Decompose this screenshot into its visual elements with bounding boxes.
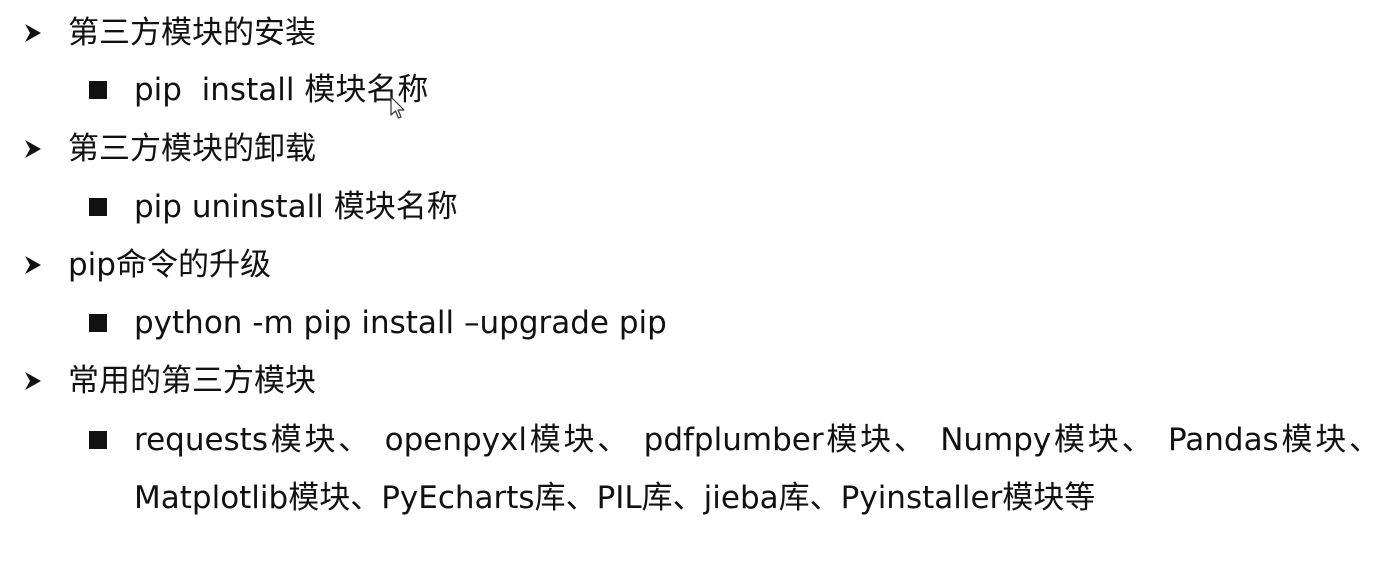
bullet-item-uninstall: 第三方模块的卸载 — [0, 120, 1384, 178]
square-bullet-icon — [86, 178, 110, 236]
square-bullet-icon — [86, 61, 110, 119]
sub-bullet-module-list-continued: Matplotlib模块、PyEcharts库、PIL库、jieba库、Pyin… — [0, 469, 1384, 527]
sub-bullet-text-continued: Matplotlib模块、PyEcharts库、PIL库、jieba库、Pyin… — [134, 480, 1096, 516]
bullet-label: 第三方模块的安装 — [68, 15, 316, 51]
bullet-label: pip命令的升级 — [68, 247, 271, 283]
sub-bullet-uninstall-command: pip uninstall 模块名称 — [0, 178, 1384, 236]
sub-bullet-text: pip uninstall 模块名称 — [134, 189, 458, 225]
arrowhead-bullet-icon — [20, 120, 46, 178]
bullet-item-install: 第三方模块的安装 — [0, 4, 1384, 62]
slide: 第三方模块的安装 pip install 模块名称 第三方模块的卸载 pip u… — [0, 0, 1384, 561]
arrowhead-bullet-icon — [20, 4, 46, 62]
sub-bullet-text: pip install 模块名称 — [134, 72, 429, 108]
square-bullet-icon — [86, 411, 110, 469]
square-bullet-icon — [86, 294, 110, 352]
bullet-item-pip-upgrade: pip命令的升级 — [0, 236, 1384, 294]
sub-bullet-text: requests模块、 openpyxl模块、 pdfplumber模块、 Nu… — [134, 422, 1380, 458]
sub-bullet-install-command: pip install 模块名称 — [0, 61, 1384, 119]
sub-bullet-upgrade-command: python -m pip install –upgrade pip — [0, 294, 1384, 352]
bullet-item-common-modules: 常用的第三方模块 — [0, 352, 1384, 410]
arrowhead-bullet-icon — [20, 236, 46, 294]
sub-bullet-module-list: requests模块、 openpyxl模块、 pdfplumber模块、 Nu… — [0, 411, 1384, 469]
bullet-label: 常用的第三方模块 — [68, 363, 316, 399]
arrowhead-bullet-icon — [20, 352, 46, 410]
bullet-label: 第三方模块的卸载 — [68, 131, 316, 167]
mouse-pointer-icon — [390, 96, 406, 120]
sub-bullet-text: python -m pip install –upgrade pip — [134, 305, 667, 341]
